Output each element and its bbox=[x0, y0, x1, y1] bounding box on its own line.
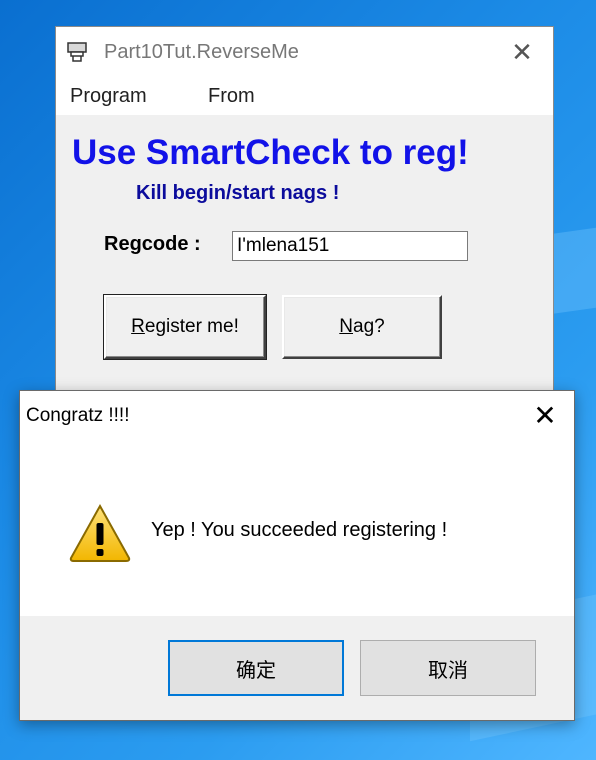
cancel-button[interactable]: 取消 bbox=[360, 640, 536, 696]
regcode-label: Regcode : bbox=[104, 233, 201, 255]
regcode-input[interactable] bbox=[232, 231, 468, 261]
message-dialog: Congratz !!!! ✕ Yep ! You succeeded regi… bbox=[19, 390, 575, 721]
nag-mnemonic: N bbox=[339, 316, 354, 337]
nag-button[interactable]: Nag? bbox=[282, 295, 442, 359]
ok-button[interactable]: 确定 bbox=[168, 640, 344, 696]
app-icon bbox=[67, 42, 87, 62]
main-window-title: Part10Tut.ReverseMe bbox=[104, 41, 299, 63]
dialog-title: Congratz !!!! bbox=[26, 405, 130, 426]
dialog-button-bar: 确定 取消 bbox=[20, 616, 574, 720]
main-title-bar[interactable]: Part10Tut.ReverseMe ✕ bbox=[56, 27, 553, 77]
menu-bar: Program From bbox=[56, 77, 553, 115]
subheadline: Kill begin/start nags ! bbox=[136, 182, 340, 204]
dialog-message: Yep ! You succeeded registering ! bbox=[151, 519, 448, 541]
main-window: Part10Tut.ReverseMe ✕ Program From Use S… bbox=[55, 26, 554, 396]
main-client-area: Use SmartCheck to reg! Kill begin/start … bbox=[56, 115, 553, 395]
warning-icon bbox=[69, 503, 131, 562]
register-label: egister me! bbox=[144, 316, 239, 337]
menu-from[interactable]: From bbox=[208, 85, 255, 108]
headline: Use SmartCheck to reg! bbox=[72, 133, 469, 172]
register-mnemonic: R bbox=[131, 316, 145, 337]
close-icon[interactable]: ✕ bbox=[530, 399, 560, 432]
menu-program[interactable]: Program bbox=[70, 85, 147, 108]
nag-label: ag? bbox=[353, 316, 385, 337]
register-button[interactable]: Register me! bbox=[103, 294, 267, 360]
close-icon[interactable]: ✕ bbox=[507, 37, 537, 68]
